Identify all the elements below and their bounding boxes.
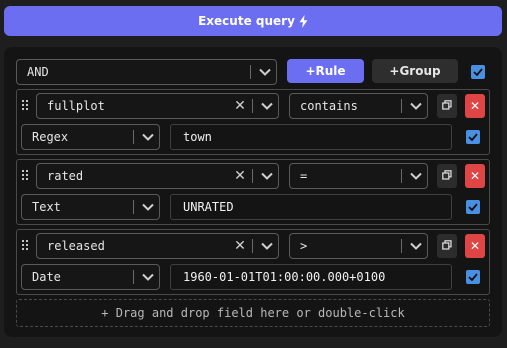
rule-value-input[interactable]: 1960-01-01T01:00:00.000+0100 [170,264,452,290]
delete-rule-button[interactable]: ✕ [465,234,485,258]
rule-value-input[interactable]: town [170,124,452,150]
select-separator [401,99,402,113]
field-value: rated [47,169,84,183]
operator-select[interactable]: contains [289,93,428,119]
clear-icon[interactable]: ✕ [233,98,247,114]
field-dropzone[interactable]: + Drag and drop field here or double-cli… [16,299,490,327]
clone-rule-button[interactable] [437,94,457,118]
field-value: released [47,239,105,253]
combinator-select[interactable]: AND [16,59,277,85]
chevron-down-icon[interactable] [405,172,427,180]
copy-icon [442,169,452,183]
operator-select[interactable]: = [289,163,428,189]
dropzone-text: + Drag and drop field here or double-cli… [101,306,405,320]
rule-enabled-checkbox[interactable] [466,200,480,214]
operator-value: > [300,239,308,253]
select-separator [401,169,402,183]
clone-rule-button[interactable] [437,164,457,188]
clear-icon[interactable]: ✕ [233,168,247,184]
value-type-value: Text [32,200,61,214]
copy-icon [442,239,452,253]
rule-value-input[interactable]: UNRATED [170,194,452,220]
select-separator [252,99,253,113]
close-icon: ✕ [469,169,481,183]
group-enabled-checkbox[interactable] [471,65,485,79]
select-separator [250,65,251,79]
chevron-down-icon[interactable] [254,68,276,76]
field-value: fullplot [47,99,105,113]
select-separator [401,239,402,253]
chevron-down-icon[interactable] [405,102,427,110]
field-select[interactable]: fullplot ✕ [36,93,279,119]
drag-handle-icon[interactable] [21,99,29,111]
select-separator [252,239,253,253]
execute-query-label: Execute query [198,14,295,28]
delete-rule-button[interactable]: ✕ [465,164,485,188]
select-separator [133,200,134,214]
add-rule-button[interactable]: +Rule [287,59,364,83]
clear-icon[interactable]: ✕ [233,238,247,254]
chevron-down-icon[interactable] [256,172,278,180]
operator-select[interactable]: > [289,233,428,259]
chevron-down-icon[interactable] [256,242,278,250]
field-select[interactable]: rated ✕ [36,163,279,189]
value-type-value: Regex [32,130,69,144]
execute-query-button[interactable]: Execute query [4,6,502,36]
lightning-bolt-icon [299,14,308,28]
operator-value: contains [300,99,358,113]
chevron-down-icon[interactable] [405,242,427,250]
chevron-down-icon[interactable] [137,133,159,141]
copy-icon [442,99,452,113]
chevron-down-icon[interactable] [137,273,159,281]
value-type-select[interactable]: Text [21,194,160,220]
chevron-down-icon[interactable] [256,102,278,110]
value-type-value: Date [32,270,61,284]
close-icon: ✕ [469,239,481,253]
rule-enabled-checkbox[interactable] [466,270,480,284]
delete-rule-button[interactable]: ✕ [465,94,485,118]
combinator-value: AND [27,65,49,79]
value-type-select[interactable]: Regex [21,124,160,150]
select-separator [252,169,253,183]
field-select[interactable]: released ✕ [36,233,279,259]
rule-enabled-checkbox[interactable] [466,130,480,144]
drag-handle-icon[interactable] [21,169,29,181]
chevron-down-icon[interactable] [137,203,159,211]
close-icon: ✕ [469,99,481,113]
drag-handle-icon[interactable] [21,239,29,251]
value-type-select[interactable]: Date [21,264,160,290]
add-group-button[interactable]: +Group [372,59,458,83]
select-separator [133,270,134,284]
clone-rule-button[interactable] [437,234,457,258]
select-separator [133,130,134,144]
operator-value: = [300,169,308,183]
